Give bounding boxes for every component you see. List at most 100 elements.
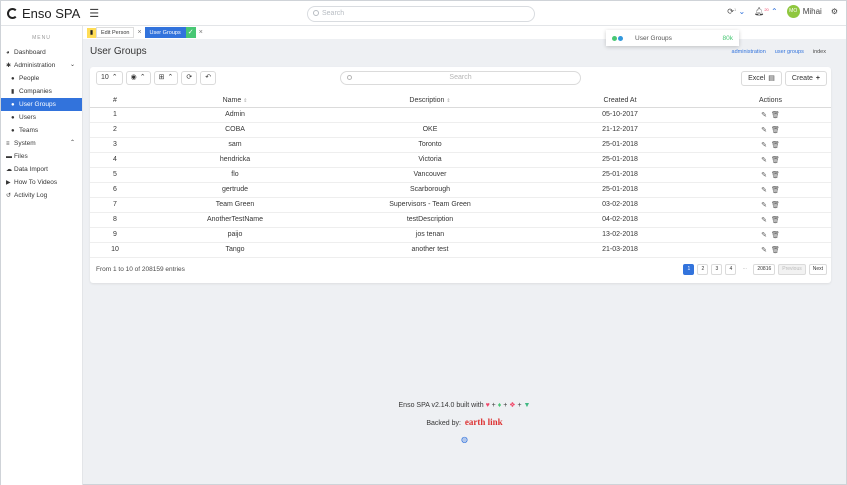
brand[interactable]: Enso SPA bbox=[7, 6, 80, 21]
close-icon[interactable]: × bbox=[199, 29, 203, 36]
table-cell-name: sam bbox=[140, 137, 330, 153]
close-icon[interactable]: × bbox=[137, 29, 141, 36]
table-cell-desc bbox=[330, 107, 530, 123]
breadcrumb-user-groups[interactable]: user groups bbox=[775, 49, 804, 55]
create-button[interactable]: Create + bbox=[784, 71, 827, 86]
sync-icon[interactable]: ⟳1 ⌄ bbox=[727, 7, 745, 16]
global-search-input[interactable]: Search bbox=[307, 6, 535, 22]
table-cell-name: Admin bbox=[140, 107, 330, 123]
table-cell-n: 10 bbox=[90, 242, 140, 258]
table-cell-name: flo bbox=[140, 167, 330, 183]
table-cell-name: hendricka bbox=[140, 152, 330, 168]
user-menu[interactable]: MO Mihai bbox=[786, 5, 822, 18]
pagination: 1 2 3 4 ... 20816 Previous Next bbox=[683, 264, 827, 275]
next-button[interactable]: Next bbox=[808, 264, 827, 275]
sidebar-item-teams[interactable]: ● Teams bbox=[1, 124, 82, 137]
brand-name: Enso SPA bbox=[22, 5, 81, 21]
page-button[interactable]: 2 bbox=[697, 264, 709, 275]
table-cell-actions: ✎ 🗑︎ bbox=[710, 182, 831, 198]
trash-icon[interactable]: 🗑︎ bbox=[771, 171, 780, 179]
reset-button[interactable]: ↶ bbox=[200, 71, 217, 85]
trash-icon[interactable]: 🗑︎ bbox=[771, 216, 780, 224]
table-cell-desc: another test bbox=[330, 242, 530, 258]
column-header-created-at[interactable]: Created At bbox=[530, 94, 710, 108]
reload-button[interactable]: ⟳ bbox=[181, 71, 198, 85]
page-button[interactable]: 20816 bbox=[753, 264, 776, 275]
column-header-name[interactable]: Name ⇕ bbox=[140, 94, 330, 108]
bulma-icon: ❖ bbox=[509, 402, 516, 409]
tab-user-groups[interactable]: User Groups ✓ × bbox=[144, 27, 203, 38]
excel-export-button[interactable]: Excel ▤ bbox=[741, 71, 782, 86]
user-name: Mihai bbox=[802, 7, 822, 16]
per-page-select[interactable]: 10 ⌃ bbox=[96, 71, 123, 85]
table-cell-actions: ✎ 🗑︎ bbox=[710, 107, 831, 123]
column-label: Name bbox=[222, 96, 242, 104]
table-row: 7 Team Green Supervisors - Team Green 03-02… bbox=[90, 197, 831, 213]
trash-icon[interactable]: 🗑︎ bbox=[771, 126, 780, 134]
trash-icon[interactable]: 🗑︎ bbox=[771, 156, 780, 164]
trash-icon[interactable]: 🗑︎ bbox=[771, 201, 780, 209]
trash-icon[interactable]: 🗑︎ bbox=[771, 246, 780, 254]
table-row: 10 Tango another test 21-03-2018 ✎ 🗑︎ bbox=[90, 242, 831, 258]
github-icon[interactable]: ◍ bbox=[83, 435, 846, 444]
sync-icon: ⟳ bbox=[186, 74, 193, 81]
hamburger-menu-icon[interactable]: ☰ bbox=[89, 7, 99, 20]
pencil-icon[interactable]: ✎ bbox=[761, 246, 767, 254]
pencil-icon[interactable]: ✎ bbox=[761, 156, 767, 164]
chevron-down-icon: ⌄ bbox=[738, 7, 746, 16]
sidebar-item-user-groups[interactable]: ● User Groups bbox=[1, 98, 82, 111]
sidebar-item-companies[interactable]: ▮ Companies bbox=[1, 85, 82, 98]
table-cell-actions: ✎ 🗑︎ bbox=[710, 197, 831, 213]
sidebar-item-system[interactable]: ≡ System ⌃ bbox=[1, 137, 82, 150]
sidebar-item-label: Data Import bbox=[14, 166, 48, 173]
page-button[interactable]: 1 bbox=[683, 264, 695, 275]
tab-edit-person[interactable]: ▮ Edit Person × bbox=[87, 27, 142, 38]
settings-cogs-icon[interactable]: ⚙ bbox=[831, 7, 838, 16]
breadcrumb-administration[interactable]: administration bbox=[732, 49, 766, 55]
pencil-icon[interactable]: ✎ bbox=[761, 231, 767, 239]
sidebar-item-files[interactable]: ▬ Files bbox=[1, 150, 82, 163]
table-cell-created: 03-02-2018 bbox=[530, 197, 710, 213]
table-cell-desc: testDescription bbox=[330, 212, 530, 228]
table-cell-n: 3 bbox=[90, 137, 140, 153]
column-header-description[interactable]: Description ⇕ bbox=[330, 94, 530, 108]
pencil-icon[interactable]: ✎ bbox=[761, 201, 767, 209]
pencil-icon[interactable]: ✎ bbox=[761, 216, 767, 224]
table-search-input[interactable]: Search bbox=[340, 71, 581, 85]
column-visibility-button[interactable]: ◉ ⌃ bbox=[125, 71, 151, 85]
table-icon: ⊞ bbox=[158, 74, 165, 81]
table-cell-actions: ✎ 🗑︎ bbox=[710, 122, 831, 138]
sidebar-item-administration[interactable]: ✱ Administration ⌄ bbox=[1, 59, 82, 72]
table-cell-actions: ✎ 🗑︎ bbox=[710, 152, 831, 168]
earthlink-logo[interactable]: earth link bbox=[465, 417, 503, 427]
trash-icon[interactable]: 🗑︎ bbox=[771, 111, 780, 119]
pencil-icon[interactable]: ✎ bbox=[761, 126, 767, 134]
table-cell-n: 5 bbox=[90, 167, 140, 183]
sidebar-item-people[interactable]: ● People bbox=[1, 72, 82, 85]
table-row: 5 flo Vancouver 25-01-2018 ✎ 🗑︎ bbox=[90, 167, 831, 183]
create-label: Create bbox=[791, 74, 813, 82]
notifications-bell-icon[interactable]: 🔔︎20 ⌃ bbox=[754, 7, 778, 16]
sidebar-item-how-to-videos[interactable]: ▶ How To Videos bbox=[1, 176, 82, 189]
sidebar-item-dashboard[interactable]: ◕ Dashboard bbox=[1, 46, 82, 59]
page-button[interactable]: 4 bbox=[725, 264, 737, 275]
trash-icon[interactable]: 🗑︎ bbox=[771, 186, 780, 194]
column-label: Description bbox=[409, 96, 445, 104]
sidebar-item-data-import[interactable]: ☁ Data Import bbox=[1, 163, 82, 176]
pencil-icon[interactable]: ✎ bbox=[761, 141, 767, 149]
pencil-icon[interactable]: ✎ bbox=[761, 171, 767, 179]
table-cell-actions: ✎ 🗑︎ bbox=[710, 242, 831, 258]
page-button[interactable]: 3 bbox=[711, 264, 723, 275]
sidebar-item-activity-log[interactable]: ↺ Activity Log bbox=[1, 189, 82, 202]
sidebar-item-label: Files bbox=[14, 153, 28, 160]
trash-icon[interactable]: 🗑︎ bbox=[771, 231, 780, 239]
table-cell-name: gertrude bbox=[140, 182, 330, 198]
table-style-button[interactable]: ⊞ ⌃ bbox=[153, 71, 179, 85]
trash-icon[interactable]: 🗑︎ bbox=[771, 141, 780, 149]
pencil-icon[interactable]: ✎ bbox=[761, 186, 767, 194]
pencil-icon[interactable]: ✎ bbox=[761, 111, 767, 119]
chevron-up-icon: ⌃ bbox=[771, 7, 778, 16]
sidebar-item-users[interactable]: ● Users bbox=[1, 111, 82, 124]
sidebar-item-label: Administration bbox=[14, 62, 56, 69]
previous-button[interactable]: Previous bbox=[778, 264, 806, 275]
